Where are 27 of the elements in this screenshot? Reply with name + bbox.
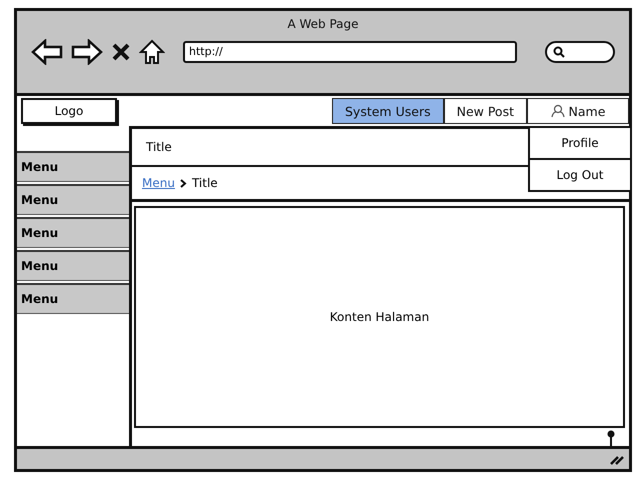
breadcrumb-current: Title bbox=[192, 176, 218, 190]
back-icon[interactable] bbox=[31, 39, 63, 65]
resize-grip-icon[interactable] bbox=[609, 453, 625, 465]
breadcrumb-link[interactable]: Menu bbox=[142, 176, 175, 190]
logo: Logo bbox=[21, 98, 117, 124]
chevron-icon bbox=[180, 178, 187, 188]
page-title: Title bbox=[146, 140, 172, 154]
nav-tab[interactable]: New Post bbox=[444, 98, 527, 124]
dropdown-item[interactable]: Profile bbox=[530, 128, 630, 158]
sidebar-menu-item[interactable]: Menu bbox=[17, 217, 129, 248]
user-menu-button[interactable]: Name bbox=[527, 98, 629, 124]
forward-icon[interactable] bbox=[71, 39, 103, 65]
window-title: A Web Page bbox=[287, 17, 359, 31]
sidebar-menu-item[interactable]: Menu bbox=[17, 283, 129, 314]
sidebar-menu-item[interactable]: Menu bbox=[17, 184, 129, 215]
user-icon bbox=[550, 104, 565, 118]
search-field[interactable] bbox=[545, 41, 615, 63]
user-name: Name bbox=[568, 104, 606, 118]
sidebar-menu-item[interactable]: Menu bbox=[17, 250, 129, 281]
content-text: Konten Halaman bbox=[330, 310, 430, 324]
search-icon bbox=[553, 46, 565, 58]
sidebar-menu-item[interactable]: Menu bbox=[17, 151, 129, 182]
nav-tab[interactable]: System Users bbox=[332, 98, 444, 124]
close-icon[interactable] bbox=[111, 42, 131, 62]
address-field[interactable]: http:// bbox=[183, 41, 517, 63]
home-icon[interactable] bbox=[139, 39, 165, 65]
dropdown-item[interactable]: Log Out bbox=[530, 158, 630, 190]
